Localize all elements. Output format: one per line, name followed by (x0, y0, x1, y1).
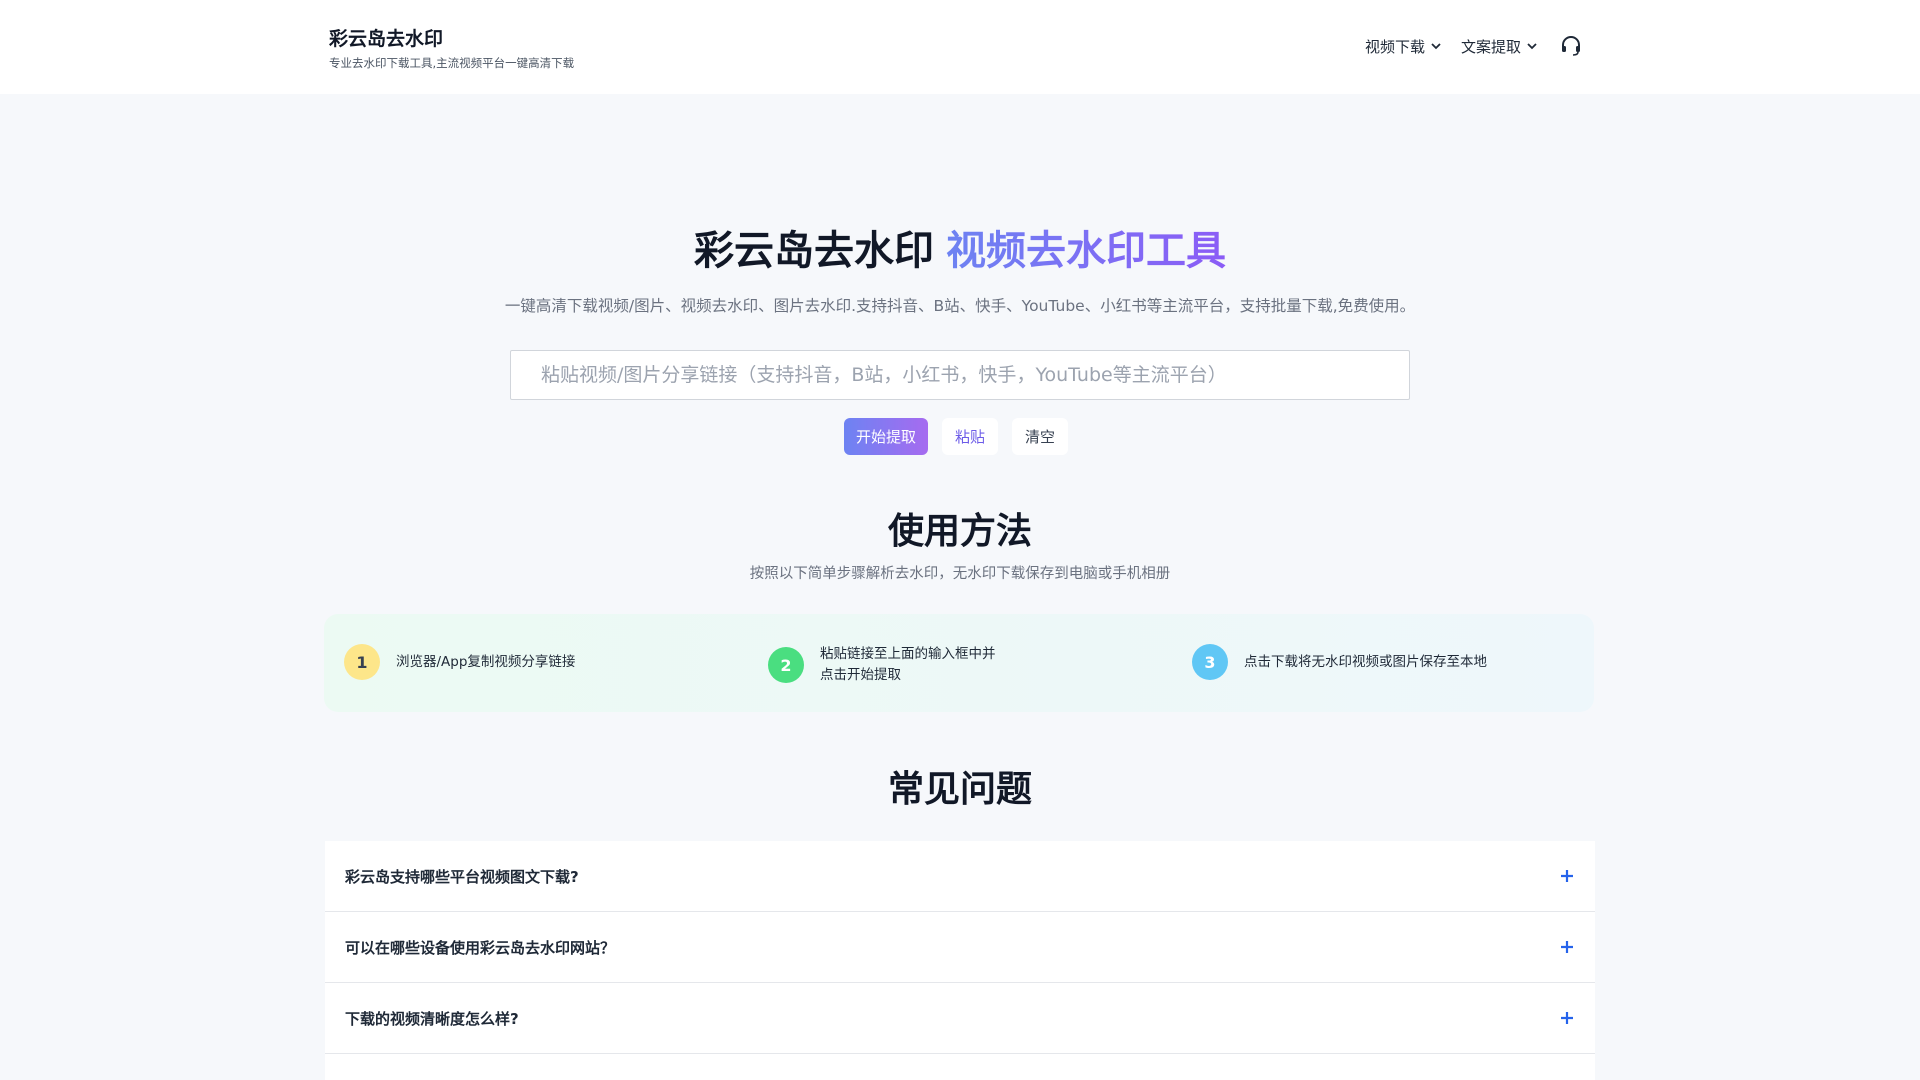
hero-title-main: 彩云岛去水印 (694, 228, 934, 274)
hero-subtitle: 一键高清下载视频/图片、视频去水印、图片去水印.支持抖音、B站、快手、YouTu… (504, 297, 1416, 315)
step-text: 点击下载将无水印视频或图片保存至本地 (1244, 653, 1487, 670)
brand-title: 彩云岛去水印 (329, 28, 444, 50)
nav-text-extract[interactable]: 文案提取 (1461, 36, 1539, 57)
step-text-line: 点击开始提取 (820, 667, 901, 683)
plus-icon[interactable] (1559, 868, 1575, 884)
hero-title-accent: 视频去水印工具 (946, 228, 1226, 274)
step-text: 浏览器/App复制视频分享链接 (396, 653, 576, 670)
nav-video-download[interactable]: 视频下载 (1365, 36, 1443, 57)
brand-subtitle: 专业去水印下载工具,主流视频平台一键高清下载 (329, 56, 575, 70)
faq-item-partial[interactable] (325, 1054, 1595, 1080)
usage-steps: 1 浏览器/App复制视频分享链接 2 粘贴链接至上面的输入框中并 点击开始提取… (324, 614, 1594, 712)
faq-question: 可以在哪些设备使用彩云岛去水印网站？ (345, 938, 616, 957)
chevron-down-icon (1527, 43, 1537, 50)
headset-icon[interactable] (1559, 34, 1583, 58)
chevron-down-icon (1431, 43, 1441, 50)
faq-list: 彩云岛支持哪些平台视频图文下载? 可以在哪些设备使用彩云岛去水印网站？ 下载的视… (325, 841, 1595, 1080)
hero-title: 彩云岛去水印 视频去水印工具 (0, 224, 1920, 278)
start-extract-button[interactable]: 开始提取 (844, 418, 929, 455)
faq-item[interactable]: 可以在哪些设备使用彩云岛去水印网站？ (325, 912, 1595, 983)
faq-question: 彩云岛支持哪些平台视频图文下载? (345, 867, 579, 886)
faq-title: 常见问题 (887, 769, 1032, 810)
step-number: 2 (768, 647, 804, 683)
step-text-line: 粘贴链接至上面的输入框中并 (820, 646, 996, 662)
nav-text-extract-label: 文案提取 (1460, 37, 1521, 56)
action-buttons: 开始提取 粘贴 清空 (844, 418, 1069, 455)
paste-button[interactable]: 粘贴 (942, 418, 999, 455)
step-number: 3 (1192, 644, 1228, 680)
top-nav: 视频下载 文案提取 (1365, 34, 1583, 58)
step-1: 1 浏览器/App复制视频分享链接 (344, 644, 575, 680)
step-number: 1 (344, 644, 380, 680)
usage-subtitle: 按照以下简单步骤解析去水印，无水印下载保存到电脑或手机相册 (749, 566, 1171, 582)
plus-icon[interactable] (1559, 1010, 1575, 1026)
usage-title: 使用方法 (887, 511, 1032, 552)
faq-item[interactable]: 彩云岛支持哪些平台视频图文下载? (325, 841, 1595, 912)
faq-item[interactable]: 下载的视频清晰度怎么样? (325, 983, 1595, 1054)
link-input[interactable] (510, 350, 1410, 400)
clear-button[interactable]: 清空 (1012, 418, 1069, 455)
faq-question: 下载的视频清晰度怎么样? (345, 1009, 519, 1028)
brand[interactable]: 彩云岛去水印 专业去水印下载工具,主流视频平台一键高清下载 (329, 27, 574, 71)
top-header: 彩云岛去水印 专业去水印下载工具,主流视频平台一键高清下载 视频下载 文案提取 (0, 0, 1920, 94)
step-text: 粘贴链接至上面的输入框中并 点击开始提取 (820, 644, 996, 686)
nav-video-download-label: 视频下载 (1364, 37, 1425, 56)
step-2: 2 粘贴链接至上面的输入框中并 点击开始提取 (768, 644, 996, 686)
step-3: 3 点击下载将无水印视频或图片保存至本地 (1192, 644, 1487, 680)
plus-icon[interactable] (1559, 939, 1575, 955)
